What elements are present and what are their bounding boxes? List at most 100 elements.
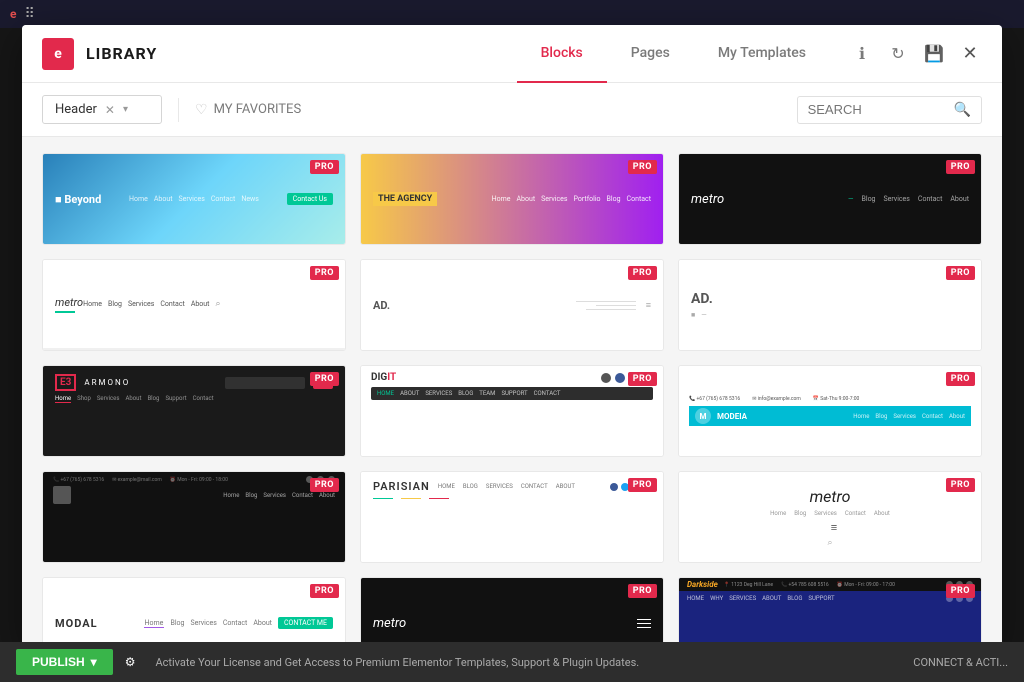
preview-tag: ≡ (646, 300, 651, 311)
tab-pages[interactable]: Pages (607, 25, 694, 83)
preview-nav: Home Blog Services Contact About (770, 510, 890, 517)
publish-button[interactable]: PUBLISH ▾ (16, 649, 113, 675)
template-card-darkside[interactable]: PRO Darkside 📍 1123 Deg Hill Lane 📞 +54 … (678, 577, 982, 645)
nav-item: Portfolio (574, 195, 601, 203)
preview-teal-bar: M MODEIA Home Blog Services Contact Abo (689, 406, 971, 426)
template-card-metro-dark2[interactable]: PRO metro (360, 577, 664, 645)
template-preview-metro-light: PRO metro Home Blog Services Contact (43, 260, 345, 350)
preview-lines (576, 301, 636, 310)
preview-content: THE AGENCY Home About Services Portfolio… (361, 154, 663, 244)
template-preview-ad2: PRO AD. ■ — (679, 260, 981, 350)
pro-badge: PRO (628, 478, 657, 492)
preview-content: Darkside 📍 1123 Deg Hill Lane 📞 +54 785 … (679, 578, 981, 645)
nav-item: Services (128, 300, 154, 308)
ham-line (637, 623, 651, 624)
brand-accent: IT (387, 372, 396, 383)
preview-nav: Home Shop Services About Blog Support Co… (55, 395, 333, 403)
template-card-ad2[interactable]: PRO AD. ■ — (678, 259, 982, 351)
template-preview-metro-dark2: PRO metro (361, 578, 663, 645)
nav-item: About (319, 492, 335, 499)
refresh-button[interactable]: ↻ (886, 42, 910, 66)
template-card-armono[interactable]: PRO E3 ARMONO Home Shop Serv (42, 365, 346, 457)
preview-content: metro Home Blog Services Contact About ≡… (679, 472, 981, 562)
close-button[interactable]: ✕ (958, 42, 982, 66)
nav-item: TEAM (479, 390, 495, 397)
preview-logo: metro (810, 487, 851, 506)
modal-header-actions: ℹ ↻ 💾 ✕ (850, 42, 982, 66)
nav-item: Home (770, 510, 786, 517)
template-card-dark-header2[interactable]: PRO 📞 +67 (765) 678 5316 ✉ example@mail.… (42, 471, 346, 563)
pro-badge: PRO (946, 160, 975, 174)
template-preview-yellow: PRO THE AGENCY Home About Services Portf… (361, 154, 663, 244)
nav-item: Services (893, 413, 916, 420)
bottom-bar: PUBLISH ▾ ⚙ Activate Your License and Ge… (0, 642, 1024, 682)
template-card-metro-light2[interactable]: PRO metro Home Blog Services Contact Abo… (678, 471, 982, 563)
connect-activate-button[interactable]: CONNECT & ACTI... (913, 656, 1008, 669)
preview-nav: Home Blog Services Contact About CONTACT… (144, 617, 333, 629)
preview-nav: Home Blog Services Contact About ⌕ (83, 299, 220, 309)
preview-brand: Darkside (687, 580, 718, 589)
dropdown-arrow-icon: ▾ (123, 104, 128, 115)
nav-item: Contact (223, 619, 247, 627)
info-button[interactable]: ℹ (850, 42, 874, 66)
hamburger-icon (637, 619, 651, 628)
template-card-modal-header[interactable]: PRO MODAL Home Blog Services Contact (42, 577, 346, 645)
modal-title: LIBRARY (86, 44, 157, 63)
templates-grid: PRO ■ Beyond Home About Services Contact… (42, 153, 982, 645)
preview-brand: THE AGENCY (373, 192, 437, 206)
nav-item: Blog (147, 395, 159, 403)
template-card-modeia[interactable]: PRO 📞 +67 (765) 678 5316 ✉ info@example.… (678, 365, 982, 457)
nav-item: About (950, 195, 969, 203)
preview-content: 📞 +67 (765) 678 5316 ✉ info@example.com … (679, 366, 981, 456)
search-box: 🔍 (797, 96, 982, 124)
templates-content[interactable]: PRO ■ Beyond Home About Services Contact… (22, 137, 1002, 645)
grid-icon: ⠿ (24, 6, 34, 22)
template-preview-ad: PRO AD. ≡ (361, 260, 663, 350)
preview-email: ✉ info@example.com (752, 396, 801, 402)
preview-nav: Home About Services Portfolio Blog Conta… (492, 195, 651, 203)
template-card-digit[interactable]: PRO DIGIT (360, 365, 664, 457)
preview-logo: metro (55, 296, 83, 309)
template-card-yellow[interactable]: PRO THE AGENCY Home About Services Portf… (360, 153, 664, 245)
nav-item: SERVICES (729, 595, 756, 602)
favorites-button[interactable]: ♡ MY FAVORITES (195, 102, 301, 118)
template-card-metro-light[interactable]: PRO metro Home Blog Services Contact (42, 259, 346, 351)
nav-item: Blog (794, 510, 806, 517)
template-card-beyond[interactable]: PRO ■ Beyond Home About Services Contact… (42, 153, 346, 245)
info-items: 📍 1123 Deg Hill Lane 📞 +54 785 608 5516 … (724, 582, 895, 588)
logo-letter: M (699, 412, 706, 421)
nav-item: Contact (845, 510, 866, 517)
nav-item: Services (97, 395, 120, 403)
category-filter[interactable]: Header ✕ ▾ (42, 95, 162, 124)
preview-logo: ■ Beyond (55, 193, 101, 206)
template-card-parisian[interactable]: PRO PARISIAN HOME BLOG SERVICES CONTACT … (360, 471, 664, 563)
tab-blocks[interactable]: Blocks (517, 25, 607, 83)
pro-badge: PRO (946, 266, 975, 280)
preview-logo: metro (373, 616, 406, 631)
nav-item: BLOG (787, 595, 802, 602)
template-preview-darkside: PRO Darkside 📍 1123 Deg Hill Lane 📞 +54 … (679, 578, 981, 645)
template-preview-dark-header2: PRO 📞 +67 (765) 678 5316 ✉ example@mail.… (43, 472, 345, 562)
modal-tabs: Blocks Pages My Templates (517, 25, 830, 82)
nav-item: Contact (160, 300, 184, 308)
template-card-metro-dark[interactable]: PRO metro — Blog Services Contact About (678, 153, 982, 245)
search-input[interactable] (808, 102, 948, 117)
favorites-label: MY FAVORITES (214, 102, 302, 117)
settings-icon[interactable]: ⚙ (125, 655, 136, 669)
publish-label: PUBLISH (32, 655, 85, 669)
preview-underlines (373, 498, 651, 499)
info-item: ✉ example@mail.com (112, 477, 162, 483)
preview-logo: E3 (55, 374, 76, 391)
nav-item: Services (178, 195, 204, 203)
pro-badge: PRO (310, 160, 339, 174)
preview-info-bar: 📞 +67 (765) 678 5316 ✉ example@mail.com … (53, 476, 335, 483)
preview-content: AD. ≡ (361, 260, 663, 350)
nav-item: SERVICES (486, 483, 513, 490)
nav-item: — (701, 311, 706, 319)
save-button[interactable]: 💾 (922, 42, 946, 66)
tab-my-templates[interactable]: My Templates (694, 25, 830, 83)
clear-filter-button[interactable]: ✕ (105, 103, 115, 117)
heart-icon: ♡ (195, 102, 208, 118)
template-card-ad[interactable]: PRO AD. ≡ (360, 259, 664, 351)
preview-brand: MODEIA (717, 412, 747, 421)
